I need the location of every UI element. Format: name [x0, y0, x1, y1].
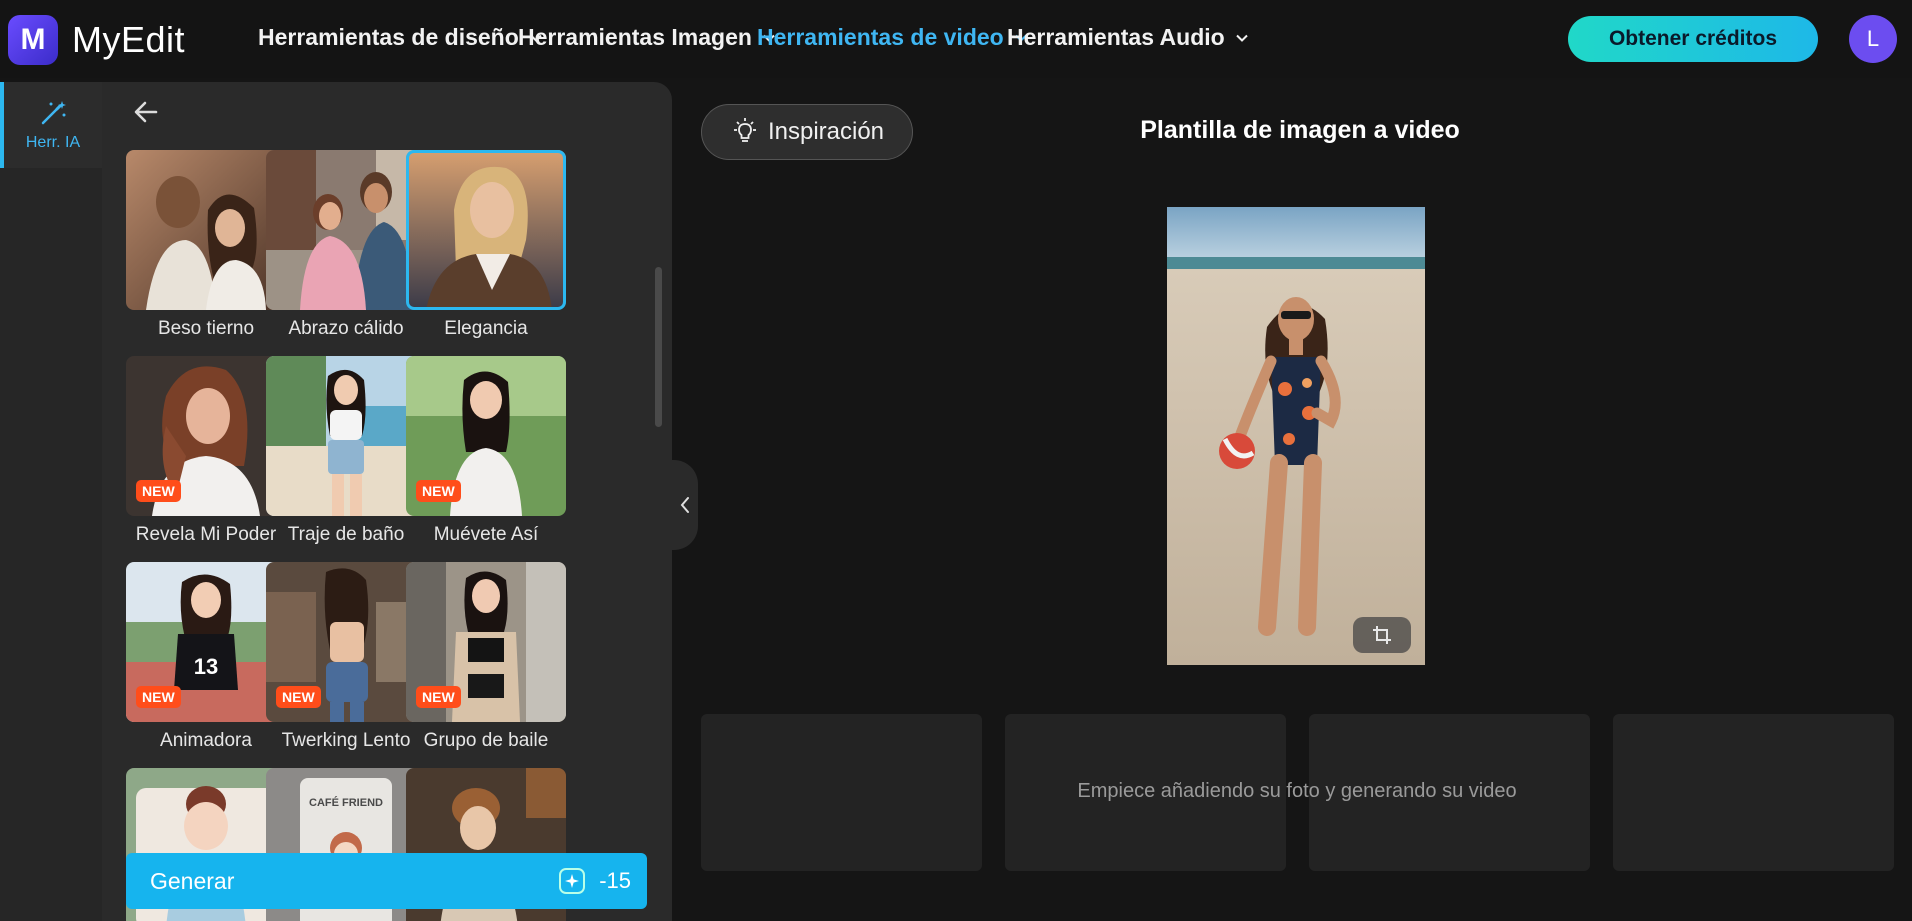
- template-tile[interactable]: Abrazo cálido: [266, 150, 426, 339]
- nav-video-tools[interactable]: Herramientas de video: [757, 24, 1028, 51]
- template-thumbnail: [266, 356, 426, 516]
- lightbulb-icon: [733, 118, 756, 142]
- template-name: Elegancia: [444, 318, 528, 339]
- new-badge: NEW: [416, 480, 461, 502]
- collapse-panel-button[interactable]: [672, 460, 698, 550]
- template-thumbnail: 13 NEW: [126, 562, 286, 722]
- credit-cost: -15: [559, 863, 631, 899]
- page-title: Plantilla de imagen a video: [1140, 116, 1460, 144]
- template-tile[interactable]: NEW Twerking Lento: [266, 562, 426, 751]
- template-name: Twerking Lento: [281, 730, 411, 751]
- template-name: Grupo de baile: [423, 730, 549, 751]
- thumb-text: CAFÉ FRIEND: [309, 796, 383, 809]
- uploaded-photo-preview: [1167, 207, 1425, 665]
- template-name: Abrazo cálido: [288, 318, 404, 339]
- chevron-left-icon: [680, 497, 689, 513]
- template-thumbnail: [126, 150, 286, 310]
- new-badge: NEW: [276, 686, 321, 708]
- top-navigation-bar: M MyEdit Herramientas de diseño Herramie…: [0, 0, 1912, 78]
- nav-design-tools-label: Herramientas de diseño: [258, 24, 519, 50]
- svg-text:13: 13: [194, 654, 218, 679]
- template-tile[interactable]: NEW Revela Mi Poder: [126, 356, 286, 545]
- app-name: MyEdit: [72, 19, 186, 60]
- template-tile[interactable]: 13 NEW Animadora: [126, 562, 286, 751]
- template-thumbnail: NEW: [406, 356, 566, 516]
- template-thumbnail-selected: [406, 150, 566, 310]
- left-tool-rail: Herr. IA: [0, 82, 102, 921]
- credit-cost-value: -15: [599, 868, 631, 893]
- generated-results-area: Empiece añadiendo su foto y generando su…: [701, 714, 1894, 872]
- crop-button[interactable]: [1353, 617, 1411, 653]
- generate-button[interactable]: Generar -15: [126, 853, 647, 909]
- new-badge: NEW: [136, 480, 181, 502]
- nav-video-tools-label: Herramientas de video: [757, 24, 1004, 50]
- nav-image-tools-label: Herramientas Imagen: [518, 24, 752, 50]
- crop-icon: [1373, 626, 1391, 644]
- template-name: Traje de baño: [287, 524, 405, 545]
- rail-item-ai-tools-label: Herr. IA: [25, 134, 81, 151]
- nav-audio-tools[interactable]: Herramientas Audio: [1007, 24, 1249, 51]
- template-name: Revela Mi Poder: [135, 524, 277, 545]
- template-thumbnail: [266, 150, 426, 310]
- chevron-down-icon: [1235, 34, 1248, 42]
- template-tile[interactable]: NEW Grupo de baile: [406, 562, 566, 751]
- new-badge: NEW: [416, 686, 461, 708]
- template-thumbnail: NEW: [126, 356, 286, 516]
- template-tile[interactable]: NEW Muévete Así: [406, 356, 566, 545]
- nav-image-tools[interactable]: Herramientas Imagen: [518, 24, 776, 51]
- back-arrow-icon[interactable]: [130, 96, 162, 128]
- magic-wand-icon: [41, 101, 66, 125]
- template-name: Muévete Así: [433, 524, 539, 545]
- template-panel: Beso tierno Abrazo cálido Elegancia NEW …: [102, 82, 672, 921]
- new-badge: NEW: [136, 686, 181, 708]
- template-name: Animadora: [160, 730, 252, 751]
- template-name: Beso tierno: [157, 318, 255, 339]
- panel-scrollbar[interactable]: [655, 267, 662, 427]
- empty-results-message: Empiece añadiendo su foto y generando su…: [1077, 780, 1517, 802]
- inspiration-button[interactable]: Inspiración: [701, 104, 913, 160]
- nav-design-tools[interactable]: Herramientas de diseño: [258, 24, 543, 51]
- template-thumbnail: NEW: [266, 562, 426, 722]
- template-thumbnail: NEW: [406, 562, 566, 722]
- nav-audio-tools-label: Herramientas Audio: [1007, 24, 1225, 50]
- myedit-logo-icon: M: [8, 15, 58, 65]
- template-tile[interactable]: Beso tierno: [126, 150, 286, 339]
- generate-label: Generar: [150, 867, 235, 894]
- inspiration-label: Inspiración: [767, 118, 885, 145]
- get-credits-button[interactable]: Obtener créditos: [1568, 16, 1818, 62]
- rail-item-ai-tools[interactable]: Herr. IA: [0, 82, 102, 168]
- template-tile[interactable]: Elegancia: [406, 150, 566, 339]
- template-tile[interactable]: Traje de baño: [266, 356, 426, 545]
- user-avatar[interactable]: L: [1849, 15, 1897, 63]
- credit-icon: [559, 868, 586, 894]
- app-logo[interactable]: M MyEdit: [8, 15, 185, 65]
